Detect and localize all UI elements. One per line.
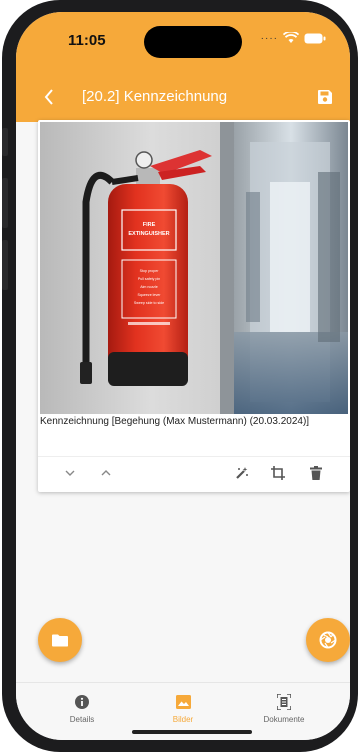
- crop-button[interactable]: [268, 463, 288, 483]
- sign-line-2: EXTINGUISHER: [128, 231, 169, 237]
- status-time: 11:05: [68, 32, 106, 49]
- app-bar: [20.2] Kennzeichnung: [16, 72, 350, 122]
- image-caption: Kennzeichnung [Begehung (Max Mustermann)…: [40, 416, 310, 427]
- chevron-left-icon: [44, 89, 53, 105]
- phone-frame: 11:05 ···· [20.2] Kennzeichnung FIRE EXT…: [2, 0, 358, 752]
- sign-small-5: Sweep side to side: [134, 301, 164, 305]
- delete-button[interactable]: [306, 463, 326, 483]
- status-bar: 11:05 ····: [16, 12, 350, 72]
- sign-line-1: FIRE: [143, 222, 156, 228]
- chevron-down-icon: [65, 470, 75, 476]
- camera-fab[interactable]: [306, 618, 350, 662]
- move-down-button[interactable]: [60, 463, 80, 483]
- nav-label-details: Details: [69, 715, 95, 724]
- fire-extinguisher-photo: FIRE EXTINGUISHER Stop proper Pull safet…: [40, 122, 348, 414]
- status-icons: ····: [261, 32, 326, 44]
- sign-small-3: Aim nozzle: [140, 285, 158, 289]
- dynamic-island: [144, 26, 242, 58]
- nav-tab-bilder[interactable]: Bilder: [143, 693, 223, 724]
- battery-icon: [304, 33, 326, 43]
- sign-small-4: Squeeze lever: [138, 293, 162, 297]
- wifi-icon: [283, 32, 299, 43]
- back-button[interactable]: [38, 86, 60, 108]
- folder-icon: [52, 634, 68, 646]
- nav-label-dokumente: Dokumente: [263, 715, 305, 724]
- sign-small-2: Pull safety pin: [138, 277, 160, 281]
- nav-label-bilder: Bilder: [172, 715, 194, 724]
- trash-icon: [310, 466, 322, 480]
- camera-shutter-icon: [319, 631, 337, 649]
- image-card: FIRE EXTINGUISHER Stop proper Pull safet…: [38, 120, 350, 492]
- screen: 11:05 ···· [20.2] Kennzeichnung FIRE EXT…: [16, 12, 350, 740]
- magic-wand-icon: [236, 467, 248, 479]
- info-icon: [75, 695, 89, 709]
- signal-dots-icon: ····: [260, 32, 278, 44]
- volume-up-button: [2, 178, 8, 228]
- folder-fab[interactable]: [38, 618, 82, 662]
- image-icon: [175, 695, 191, 709]
- page-title: [20.2] Kennzeichnung: [82, 88, 228, 105]
- nav-tab-dokumente[interactable]: Dokumente: [244, 693, 324, 724]
- move-up-button[interactable]: [96, 463, 116, 483]
- floppy-disk-icon: [318, 90, 332, 104]
- annotate-button[interactable]: [232, 463, 252, 483]
- home-indicator: [132, 730, 252, 734]
- crop-icon: [271, 466, 285, 480]
- mute-switch: [2, 128, 8, 156]
- chevron-up-icon: [101, 470, 111, 476]
- document-scan-icon: [277, 694, 291, 710]
- card-actions: [38, 456, 350, 488]
- photo[interactable]: FIRE EXTINGUISHER Stop proper Pull safet…: [40, 122, 348, 414]
- volume-down-button: [2, 240, 8, 290]
- save-button[interactable]: [314, 86, 336, 108]
- sign-small-1: Stop proper: [140, 269, 160, 273]
- nav-tab-details[interactable]: Details: [42, 693, 122, 724]
